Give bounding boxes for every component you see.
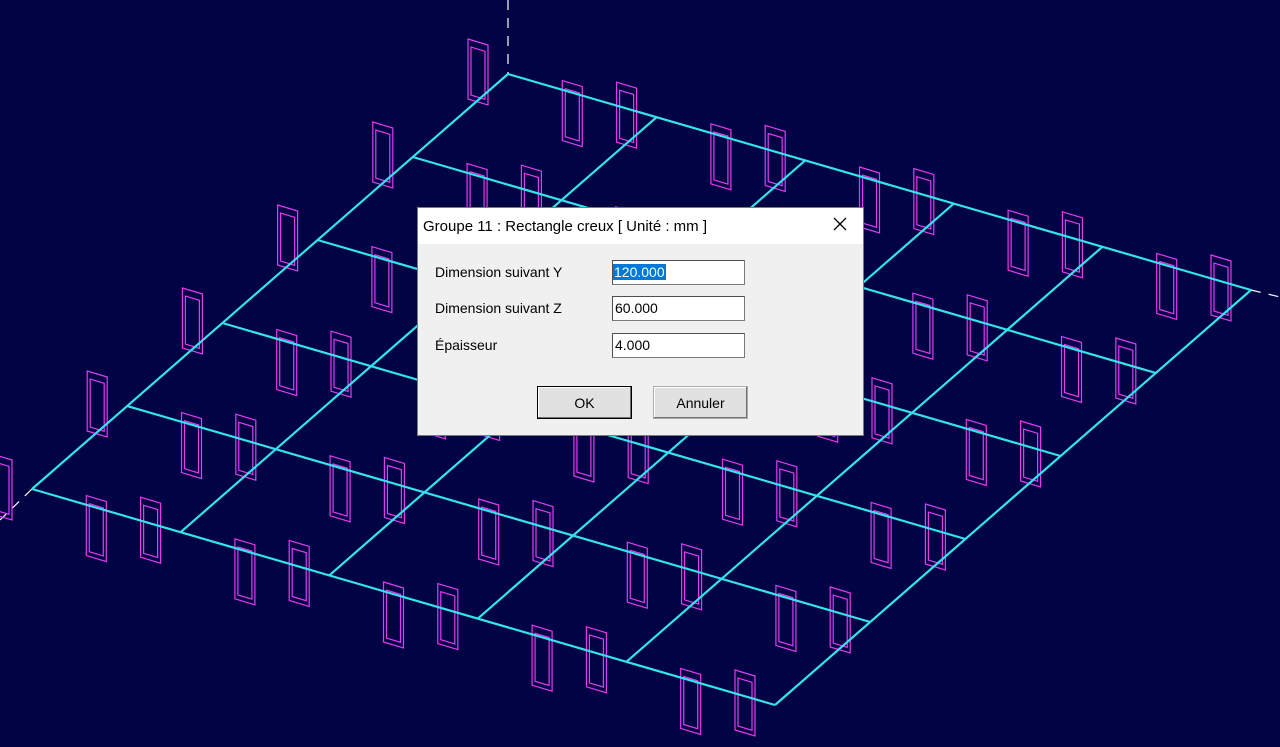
- dimension-z-value: 60.000: [615, 300, 658, 316]
- profile-rect: [915, 300, 931, 355]
- cancel-button[interactable]: Annuler: [653, 386, 748, 419]
- profile-rect: [238, 421, 254, 476]
- profile-rect: [968, 426, 984, 481]
- beam-line: [31, 487, 776, 707]
- profile-rect: [713, 131, 729, 185]
- profile-rect: [564, 87, 580, 142]
- profile-rect: [88, 502, 104, 557]
- profile-rect: [183, 419, 200, 474]
- profile-rect: [280, 212, 296, 267]
- thickness-value: 4.000: [615, 337, 651, 353]
- profile-rect: [737, 677, 753, 732]
- profile-rect: [618, 89, 635, 144]
- profile-rect: [333, 338, 349, 393]
- profile-rect: [873, 509, 889, 564]
- profile-rect: [874, 385, 890, 439]
- profile-rect: [184, 295, 200, 350]
- profile-rect: [778, 592, 794, 647]
- close-icon: [833, 217, 847, 231]
- beam-line: [126, 404, 871, 624]
- profile-rect: [927, 511, 944, 566]
- profile-rect: [89, 378, 105, 433]
- profile-rect: [291, 547, 307, 602]
- profile-rect: [629, 549, 645, 604]
- dialog-body: Dimension suivant Y 120.000 Dimension su…: [418, 244, 863, 435]
- profile-rect: [1022, 428, 1039, 483]
- profile-rect: [1213, 262, 1229, 317]
- profile-rect: [1064, 219, 1081, 273]
- profile-rect: [969, 302, 985, 356]
- profile-rect: [374, 253, 390, 308]
- profile-rect: [279, 336, 295, 391]
- profile-rect: [1063, 343, 1080, 398]
- thickness-input[interactable]: 4.000: [612, 333, 745, 358]
- profile-rect: [861, 174, 878, 229]
- profile-rect: [683, 551, 700, 605]
- profile-rect: [143, 504, 159, 559]
- profile-rect: [237, 546, 253, 600]
- profile-rect: [470, 46, 486, 101]
- profile-rect: [724, 466, 741, 521]
- dimension-y-label: Dimension suivant Y: [435, 264, 563, 280]
- profile-rect: [1010, 217, 1026, 272]
- profile-rect: [779, 468, 795, 522]
- dialog-title: Groupe 11 : Rectangle creux [ Unité : mm…: [423, 218, 708, 235]
- ok-button[interactable]: OK: [537, 386, 632, 419]
- profile-rect: [1118, 345, 1134, 400]
- rectangle-dialog: Groupe 11 : Rectangle creux [ Unité : mm…: [417, 207, 864, 436]
- profile-rect: [481, 506, 497, 561]
- profile-rect: [386, 464, 402, 519]
- profile-rect: [440, 590, 456, 645]
- dimension-y-value: 120.000: [613, 264, 666, 280]
- dimension-y-input[interactable]: 120.000: [612, 260, 745, 285]
- profile-rect: [535, 507, 551, 562]
- profile-rect: [375, 129, 391, 184]
- dimension-z-label: Dimension suivant Z: [435, 300, 562, 316]
- dimension-z-input[interactable]: 60.000: [612, 296, 745, 321]
- profile-rect: [767, 132, 783, 187]
- profile-rect: [534, 632, 550, 687]
- profile-rect: [588, 634, 605, 688]
- profile-rect: [683, 675, 699, 730]
- profile-rect: [832, 594, 848, 649]
- axis-x: [0, 488, 33, 521]
- profile-rect: [385, 589, 402, 644]
- thickness-label: Épaisseur: [435, 337, 498, 353]
- axis-y: [1250, 289, 1280, 298]
- profile-rect: [1159, 260, 1175, 315]
- profile-rect: [0, 462, 10, 516]
- close-button[interactable]: [817, 208, 863, 240]
- dialog-titlebar[interactable]: Groupe 11 : Rectangle creux [ Unité : mm…: [418, 208, 863, 244]
- profile-rect: [332, 463, 348, 517]
- profile-rect: [916, 175, 932, 230]
